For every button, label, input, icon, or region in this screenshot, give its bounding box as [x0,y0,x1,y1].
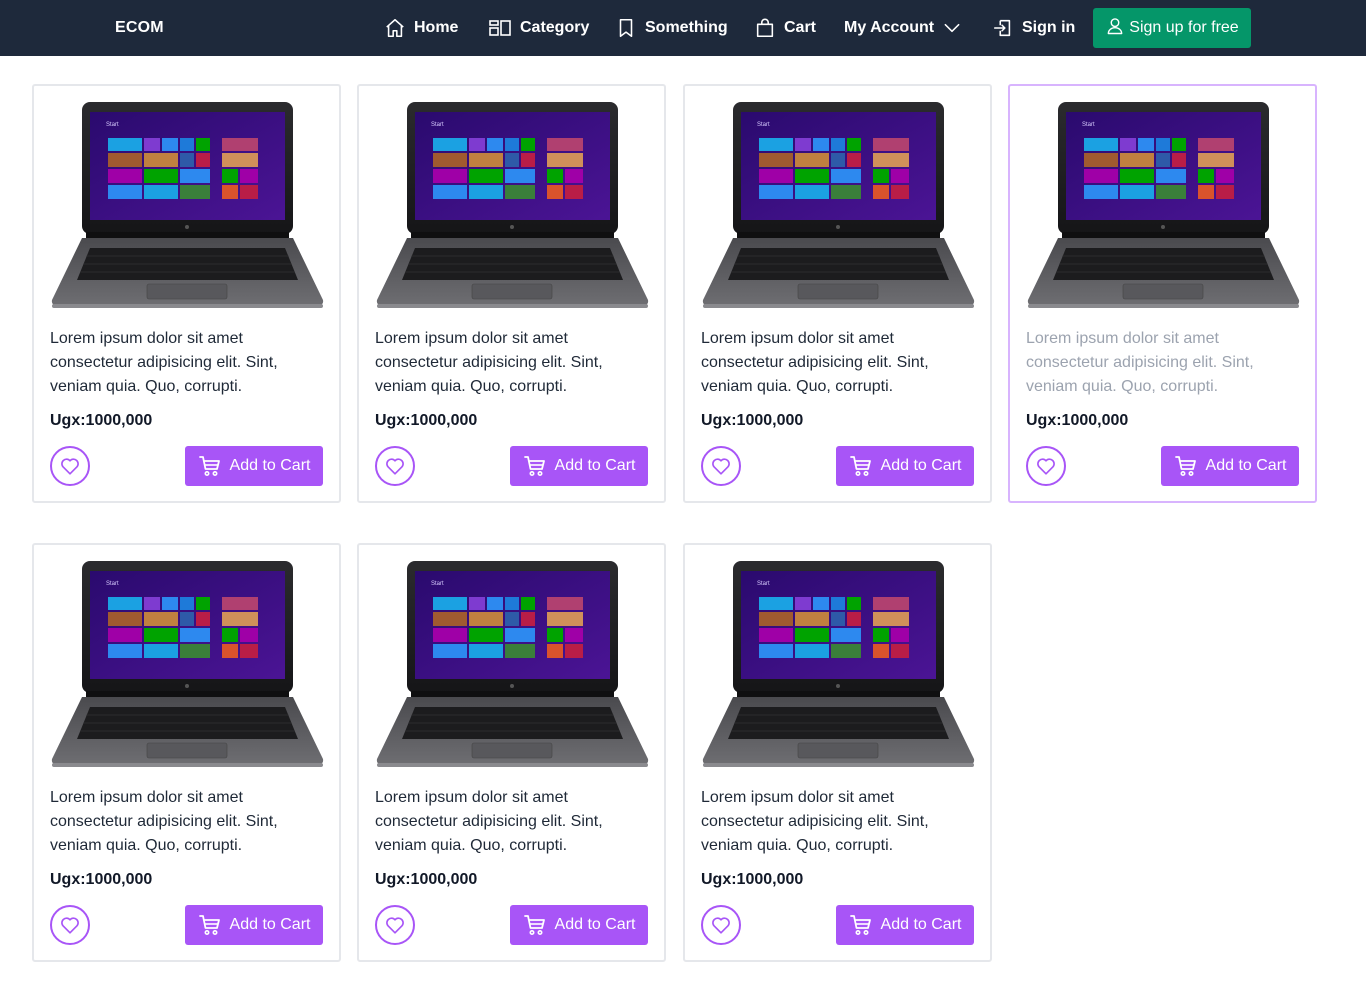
product-price: Ugx:1000,000 [50,871,153,888]
nav-my-account-dropdown[interactable]: My Account [844,0,962,56]
product-price: Ugx:1000,000 [50,412,153,429]
product-price: Ugx:1000,000 [701,412,804,429]
favorite-button[interactable] [375,905,415,945]
add-to-cart-button[interactable]: Add to Cart [836,446,974,486]
product-description: Lorem ipsum dolor sit amet consectetur a… [701,330,929,395]
add-to-cart-label: Add to Cart [229,457,311,474]
nav-cart[interactable]: Cart [754,0,816,56]
user-icon [1105,16,1125,41]
cart-icon [849,913,873,937]
heart-icon [1035,455,1057,477]
product-price: Ugx:1000,000 [375,412,478,429]
nav-my-account-label: My Account [844,19,935,36]
laptop-image [50,561,325,769]
nav-home-label: Home [414,19,459,36]
bookmark-icon [615,17,637,39]
product-card[interactable]: Lorem ipsum dolor sit amet consectetur a… [357,84,666,503]
add-to-cart-button[interactable]: Add to Cart [510,905,648,945]
product-price: Ugx:1000,000 [701,871,804,888]
laptop-image [701,561,976,769]
nav-cart-label: Cart [784,19,817,36]
nav-home[interactable]: Home [384,0,458,56]
category-icon [488,18,512,38]
favorite-button[interactable] [50,905,90,945]
product-price: Ugx:1000,000 [1026,412,1129,429]
product-card[interactable]: Lorem ipsum dolor sit amet consectetur a… [683,543,992,962]
product-card[interactable]: Lorem ipsum dolor sit amet consectetur a… [32,543,341,962]
product-card[interactable]: Lorem ipsum dolor sit amet consectetur a… [32,84,341,503]
laptop-image [375,561,650,769]
product-description: Lorem ipsum dolor sit amet consectetur a… [1026,330,1254,395]
nav-something[interactable]: Something [615,0,728,56]
brand-logo[interactable]: ECOM [115,0,164,56]
add-to-cart-button[interactable]: Add to Cart [185,905,323,945]
laptop-image [375,102,650,310]
product-description: Lorem ipsum dolor sit amet consectetur a… [375,330,603,395]
add-to-cart-label: Add to Cart [880,916,962,933]
chevron-down-icon [942,18,962,38]
cart-icon [849,454,873,478]
top-navbar: ECOM Home Category Something Cart My Acc… [0,0,1366,56]
nav-category[interactable]: Category [488,0,589,56]
home-icon [384,17,406,39]
cart-icon [1174,454,1198,478]
add-to-cart-button[interactable]: Add to Cart [185,446,323,486]
product-price: Ugx:1000,000 [375,871,478,888]
nav-something-label: Something [645,19,728,36]
add-to-cart-label: Add to Cart [880,457,962,474]
add-to-cart-button[interactable]: Add to Cart [1161,446,1299,486]
add-to-cart-label: Add to Cart [229,916,311,933]
laptop-image [1026,102,1301,310]
shopping-bag-icon [754,17,776,39]
heart-icon [710,455,732,477]
heart-icon [710,914,732,936]
heart-icon [59,914,81,936]
cart-icon [523,454,547,478]
product-card-hovered[interactable]: Lorem ipsum dolor sit amet consectetur a… [1008,84,1317,503]
sign-in-icon [992,17,1014,39]
sign-up-button[interactable]: Sign up for free [1093,8,1251,48]
heart-icon [384,455,406,477]
laptop-image [701,102,976,310]
add-to-cart-button[interactable]: Add to Cart [510,446,648,486]
product-description: Lorem ipsum dolor sit amet consectetur a… [701,789,929,854]
add-to-cart-label: Add to Cart [554,916,636,933]
product-description: Lorem ipsum dolor sit amet consectetur a… [50,330,278,395]
nav-category-label: Category [520,19,590,36]
cart-icon [523,913,547,937]
product-card[interactable]: Lorem ipsum dolor sit amet consectetur a… [683,84,992,503]
laptop-image [50,102,325,310]
nav-sign-in[interactable]: Sign in [992,0,1075,56]
favorite-button[interactable] [701,905,741,945]
nav-sign-in-label: Sign in [1022,19,1076,36]
heart-icon [59,455,81,477]
sign-up-label: Sign up for free [1129,19,1239,36]
add-to-cart-label: Add to Cart [554,457,636,474]
heart-icon [384,914,406,936]
favorite-button[interactable] [701,446,741,486]
cart-icon [198,913,222,937]
favorite-button[interactable] [1026,446,1066,486]
cart-icon [198,454,222,478]
product-description: Lorem ipsum dolor sit amet consectetur a… [50,789,278,854]
favorite-button[interactable] [50,446,90,486]
add-to-cart-label: Add to Cart [1205,457,1287,474]
product-card[interactable]: Lorem ipsum dolor sit amet consectetur a… [357,543,666,962]
favorite-button[interactable] [375,446,415,486]
product-description: Lorem ipsum dolor sit amet consectetur a… [375,789,603,854]
add-to-cart-button[interactable]: Add to Cart [836,905,974,945]
